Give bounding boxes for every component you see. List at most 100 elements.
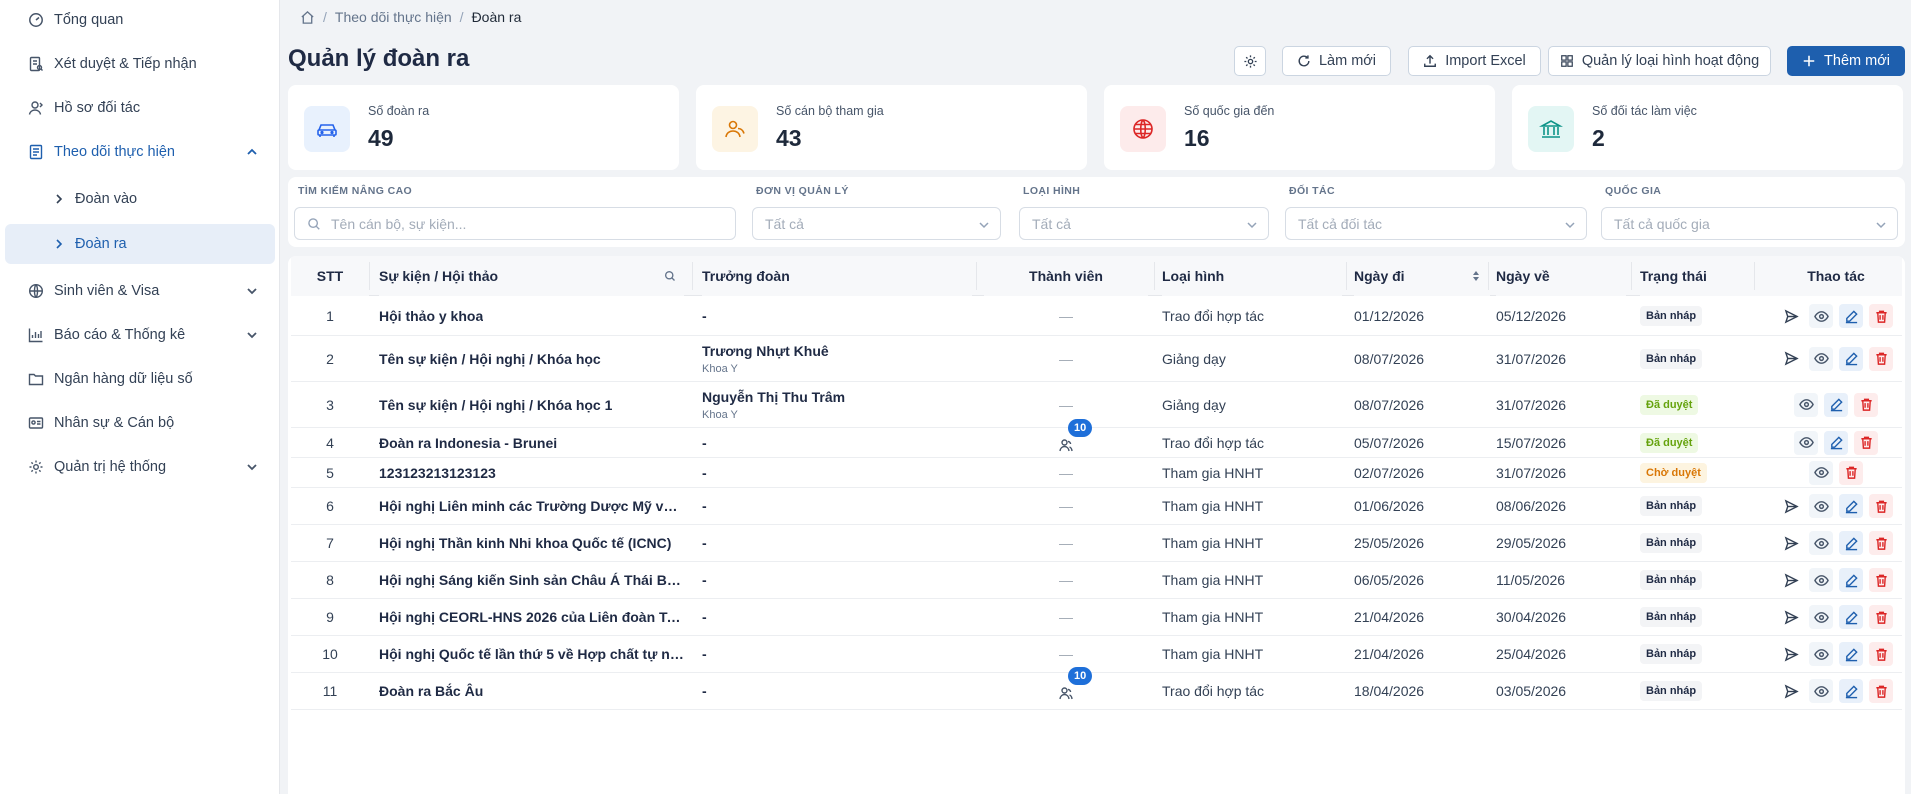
sidebar-item-tracking[interactable]: Theo dõi thực hiện (0, 132, 280, 172)
view-button[interactable] (1809, 605, 1833, 629)
table-row[interactable]: 9 Hội nghị CEORL-HNS 2026 của Liên đoàn T… (291, 599, 1902, 636)
view-button[interactable] (1809, 679, 1833, 703)
cell-event[interactable]: Hội nghị Liên minh các Trường Dược Mỹ và… (379, 488, 684, 524)
cell-event[interactable]: Hội nghị Sáng kiến Sinh sản Châu Á Thái … (379, 562, 684, 598)
cell-event[interactable]: Hội nghị Quốc tế lần thứ 5 về Hợp chất t… (379, 636, 684, 672)
table-row[interactable]: 7 Hội nghị Thần kinh Nhi khoa Quốc tế (IC… (291, 525, 1902, 562)
cell-event[interactable]: Đoàn ra Indonesia - Brunei (379, 428, 684, 457)
submit-button[interactable] (1779, 642, 1803, 666)
delete-button[interactable] (1869, 346, 1893, 371)
delete-button[interactable] (1869, 494, 1893, 518)
cell-members[interactable]: 10 (984, 418, 1148, 457)
event-name[interactable]: Tên sự kiện / Hội nghị / Khóa học 1 (379, 397, 612, 413)
edit-button[interactable] (1839, 642, 1863, 666)
delete-button[interactable] (1869, 679, 1893, 703)
activity-types-button[interactable]: Quản lý loại hình hoạt động (1548, 46, 1771, 76)
sidebar-subitem-doan-vao[interactable]: Đoàn vào (5, 179, 275, 219)
unit-filter-select[interactable]: Tất cả (752, 207, 1001, 240)
event-name[interactable]: Hội nghị Sáng kiến Sinh sản Châu Á Thái … (379, 572, 684, 588)
delete-button[interactable] (1854, 430, 1878, 455)
submit-button[interactable] (1779, 531, 1803, 555)
sidebar-item-overview[interactable]: Tổng quan (0, 0, 280, 40)
table-row[interactable]: 1 Hội thảo y khoa - — Trao đổi hợp tác 01/12/… (291, 297, 1902, 336)
view-button[interactable] (1809, 346, 1833, 371)
table-row[interactable]: 5 123123213123123 - — Tham gia HNHT 02/07/202… (291, 458, 1902, 488)
cell-event[interactable]: Hội thảo y khoa (379, 297, 684, 335)
event-name[interactable]: Hội nghị Liên minh các Trường Dược Mỹ và… (379, 498, 684, 514)
view-button[interactable] (1809, 642, 1833, 666)
cell-event[interactable]: Tên sự kiện / Hội nghị / Khóa học 1 (379, 382, 684, 427)
table-row[interactable]: 4 Đoàn ra Indonesia - Brunei - 10 Trao đổi h… (291, 418, 1902, 458)
edit-button[interactable] (1824, 392, 1848, 417)
partner-filter-select[interactable]: Tất cả đối tác (1285, 207, 1587, 240)
sidebar-item-admin[interactable]: Quản trị hệ thống (0, 447, 280, 487)
col-header-date-from[interactable]: Ngày đi (1354, 256, 1490, 296)
cell-event[interactable]: Tên sự kiện / Hội nghị / Khóa học (379, 336, 684, 381)
delete-button[interactable] (1869, 642, 1893, 666)
sidebar-subitem-doan-ra[interactable]: Đoàn ra (5, 224, 275, 264)
delete-button[interactable] (1869, 304, 1893, 328)
delete-button[interactable] (1869, 531, 1893, 555)
view-button[interactable] (1794, 392, 1818, 417)
edit-button[interactable] (1839, 568, 1863, 592)
event-name[interactable]: Tên sự kiện / Hội nghị / Khóa học (379, 351, 601, 367)
event-name[interactable]: Hội thảo y khoa (379, 308, 483, 324)
cell-event[interactable]: Hội nghị CEORL-HNS 2026 của Liên đoàn Ta… (379, 599, 684, 635)
cell-event[interactable]: Đoàn ra Bắc Âu (379, 673, 684, 709)
sort-icon[interactable] (1470, 270, 1482, 282)
view-button[interactable] (1809, 531, 1833, 555)
sidebar-item-students-visa[interactable]: Sinh viên & Visa (0, 271, 280, 311)
event-name[interactable]: Hội nghị Thần kinh Nhi khoa Quốc tế (ICN… (379, 535, 671, 551)
edit-button[interactable] (1839, 304, 1863, 328)
sidebar-item-review[interactable]: Xét duyệt & Tiếp nhận (0, 44, 280, 84)
breadcrumb-parent[interactable]: Theo dõi thực hiện (335, 9, 452, 25)
delete-button[interactable] (1854, 392, 1878, 417)
sidebar-item-partners[interactable]: Hồ sơ đối tác (0, 88, 280, 128)
delete-button[interactable] (1839, 460, 1863, 485)
home-icon[interactable] (300, 10, 315, 25)
event-name[interactable]: Đoàn ra Bắc Âu (379, 683, 483, 699)
import-excel-button[interactable]: Import Excel (1408, 46, 1541, 76)
members-button[interactable]: 10 (1056, 418, 1093, 453)
table-row[interactable]: 10 Hội nghị Quốc tế lần thứ 5 về Hợp chất… (291, 636, 1902, 673)
table-row[interactable]: 2 Tên sự kiện / Hội nghị / Khóa học Trương… (291, 336, 1902, 382)
view-button[interactable] (1809, 494, 1833, 518)
view-button[interactable] (1794, 430, 1818, 455)
submit-button[interactable] (1779, 304, 1803, 328)
type-filter-select[interactable]: Tất cả (1019, 207, 1269, 240)
view-button[interactable] (1809, 460, 1833, 485)
submit-button[interactable] (1779, 605, 1803, 629)
submit-button[interactable] (1779, 347, 1803, 371)
view-button[interactable] (1809, 304, 1833, 328)
edit-button[interactable] (1839, 494, 1863, 518)
search-icon[interactable] (664, 270, 676, 282)
cell-event[interactable]: Hội nghị Thần kinh Nhi khoa Quốc tế (ICN… (379, 525, 684, 561)
edit-button[interactable] (1839, 346, 1863, 371)
country-filter-select[interactable]: Tất cả quốc gia (1601, 207, 1898, 240)
table-row[interactable]: 6 Hội nghị Liên minh các Trường Dược Mỹ v… (291, 488, 1902, 525)
sidebar-item-reports[interactable]: Báo cáo & Thống kê (0, 315, 280, 355)
event-name[interactable]: Hội nghị Quốc tế lần thứ 5 về Hợp chất t… (379, 646, 684, 662)
table-row[interactable]: 3 Tên sự kiện / Hội nghị / Khóa học 1 Nguy… (291, 382, 1902, 428)
edit-button[interactable] (1839, 679, 1863, 703)
edit-button[interactable] (1824, 430, 1848, 455)
table-row[interactable]: 11 Đoàn ra Bắc Âu - 10 Trao đổi hợp tác 18/04… (291, 667, 1902, 710)
submit-button[interactable] (1779, 494, 1803, 518)
sidebar-item-staff[interactable]: Nhân sự & Cán bộ (0, 403, 280, 443)
cell-event[interactable]: 123123213123123 (379, 458, 684, 487)
search-input[interactable]: Tên cán bộ, sự kiện... (294, 207, 736, 240)
view-button[interactable] (1809, 568, 1833, 592)
members-button[interactable]: 10 (1056, 667, 1093, 701)
sidebar-item-data-bank[interactable]: Ngân hàng dữ liệu số (0, 359, 280, 399)
col-header-event[interactable]: Sự kiện / Hội thảo (379, 256, 684, 296)
settings-button[interactable] (1234, 46, 1266, 76)
event-name[interactable]: Hội nghị CEORL-HNS 2026 của Liên đoàn Ta… (379, 609, 684, 625)
submit-button[interactable] (1779, 568, 1803, 592)
cell-members[interactable]: 10 (984, 667, 1148, 709)
event-name[interactable]: Đoàn ra Indonesia - Brunei (379, 435, 557, 451)
table-row[interactable]: 8 Hội nghị Sáng kiến Sinh sản Châu Á Thái… (291, 562, 1902, 599)
edit-button[interactable] (1839, 605, 1863, 629)
submit-button[interactable] (1779, 679, 1803, 703)
edit-button[interactable] (1839, 531, 1863, 555)
event-name[interactable]: 123123213123123 (379, 465, 496, 481)
